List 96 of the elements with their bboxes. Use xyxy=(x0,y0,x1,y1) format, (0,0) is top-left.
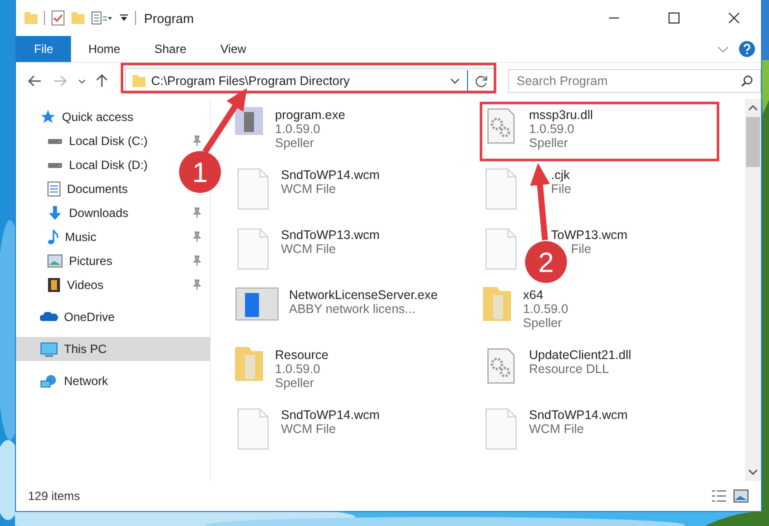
file-detail: Speller xyxy=(529,136,568,150)
file-detail: WCM File xyxy=(281,182,336,196)
ribbon-tab[interactable]: View xyxy=(203,36,264,62)
sidebar-item[interactable]: Music xyxy=(16,225,210,249)
file-name[interactable]: SndToWP13.wcm xyxy=(281,228,380,242)
sidebar-item[interactable]: Network xyxy=(16,369,210,393)
ribbon-tab[interactable]: Share xyxy=(137,36,204,62)
file-name[interactable]: SndToWP14.wcm xyxy=(529,408,628,422)
file-name[interactable]: UpdateClient21.dll xyxy=(529,348,632,362)
file-detail: File xyxy=(571,242,592,256)
file-name[interactable]: mssp3ru.dll xyxy=(529,108,593,122)
close-icon[interactable] xyxy=(728,12,740,24)
landscape-icon xyxy=(47,254,63,268)
file-detail: Speller xyxy=(275,376,314,390)
file-detail: WCM File xyxy=(281,422,336,436)
address-field[interactable]: C:\Program Files\Program Directory xyxy=(125,68,495,94)
application-icon xyxy=(235,107,265,137)
down-arrow-icon xyxy=(47,205,63,221)
blank-file-icon xyxy=(483,167,519,211)
annotation-arrow xyxy=(202,88,247,154)
pin-icon[interactable] xyxy=(192,279,202,291)
ribbon-tab[interactable]: Home xyxy=(71,36,138,62)
film-icon xyxy=(47,277,61,293)
file-name[interactable]: program.exe xyxy=(275,108,346,122)
blank-file-icon xyxy=(235,407,271,451)
scroll-thumb[interactable] xyxy=(746,117,760,167)
refresh-icon[interactable] xyxy=(474,74,488,88)
blank-file-icon xyxy=(235,227,271,271)
drive-icon xyxy=(47,138,63,144)
step-number-badge: 1 xyxy=(179,151,221,193)
sidebar-item[interactable]: Pictures xyxy=(16,249,210,273)
file-detail: Speller xyxy=(275,136,314,150)
network-icon xyxy=(40,374,58,388)
pin-icon[interactable] xyxy=(192,255,202,267)
file-name[interactable]: Resource xyxy=(275,348,328,362)
window-icon xyxy=(235,287,279,321)
folder-icon xyxy=(132,75,146,87)
chevron-down-icon[interactable] xyxy=(78,78,86,84)
file-detail: 1.0.59.0 xyxy=(529,122,574,136)
music-note-icon xyxy=(47,229,59,245)
pin-icon[interactable] xyxy=(192,207,202,219)
file-name[interactable]: .cjk xyxy=(551,168,570,182)
drive-icon xyxy=(47,162,63,168)
file-detail: 1.0.59.0 xyxy=(275,122,320,136)
ribbon-tab[interactable]: File xyxy=(16,36,72,62)
file-detail: 1.0.59.0 xyxy=(275,362,320,376)
minimize-icon[interactable] xyxy=(608,17,620,19)
window-title: Program xyxy=(144,10,194,26)
monitor-icon xyxy=(40,342,58,356)
file-name[interactable]: SndToWP14.wcm xyxy=(281,408,380,422)
sidebar-item[interactable]: Quick access xyxy=(16,105,210,129)
file-name[interactable]: SndToWP14.wcm xyxy=(281,168,380,182)
file-detail: ABBY network licens... xyxy=(289,302,416,316)
file-name[interactable]: NetworkLicenseServer.exe xyxy=(289,288,438,302)
sidebar-item[interactable]: Local Disk (C:) xyxy=(16,129,210,153)
blank-file-icon xyxy=(483,227,519,271)
item-count: 129 items xyxy=(28,489,80,503)
sidebar-item[interactable]: Videos xyxy=(16,273,210,297)
details-view-icon[interactable] xyxy=(711,490,727,502)
scrollbar[interactable] xyxy=(745,99,761,481)
sidebar-item[interactable]: OneDrive xyxy=(16,305,210,329)
file-name[interactable]: ToWP13.wcm xyxy=(551,228,628,242)
file-detail: 1.0.59.0 xyxy=(523,302,568,316)
sidebar-item[interactable]: Documents xyxy=(16,177,136,201)
file-detail: Speller xyxy=(523,316,562,330)
checklist-icon[interactable] xyxy=(51,10,65,26)
blank-file-icon xyxy=(483,407,519,451)
back-arrow-icon[interactable] xyxy=(28,75,42,87)
properties-icon[interactable] xyxy=(91,11,113,25)
maximize-icon[interactable] xyxy=(668,12,680,24)
file-detail: Resource DLL xyxy=(529,362,609,376)
blank-file-icon xyxy=(235,167,271,211)
document-icon xyxy=(47,181,61,197)
sidebar-item[interactable]: Local Disk (D:) xyxy=(16,153,156,177)
file-detail: WCM File xyxy=(281,242,336,256)
file-name[interactable]: x64 xyxy=(523,288,544,302)
scroll-up-icon[interactable] xyxy=(748,105,758,111)
file-detail: File xyxy=(551,182,572,196)
sidebar-item[interactable]: Downloads xyxy=(16,201,210,225)
file-detail: WCM File xyxy=(529,422,584,436)
step-number-badge: 2 xyxy=(525,241,567,283)
sidebar-item[interactable]: This PC xyxy=(16,337,210,361)
folder-icon xyxy=(235,347,265,381)
up-arrow-icon[interactable] xyxy=(96,74,108,88)
pin-icon[interactable] xyxy=(192,135,202,147)
search-field[interactable]: Search Program xyxy=(508,69,761,93)
scroll-down-icon[interactable] xyxy=(748,469,758,475)
search-icon[interactable] xyxy=(741,75,753,87)
chevron-down-icon[interactable] xyxy=(450,78,460,84)
pin-icon[interactable] xyxy=(192,231,202,243)
star-icon xyxy=(40,109,56,125)
thumbnail-view-icon[interactable] xyxy=(733,489,749,503)
folder-icon xyxy=(483,287,513,321)
dropdown-icon[interactable] xyxy=(119,14,129,22)
help-icon[interactable] xyxy=(739,41,755,57)
cloud-icon xyxy=(40,312,58,322)
